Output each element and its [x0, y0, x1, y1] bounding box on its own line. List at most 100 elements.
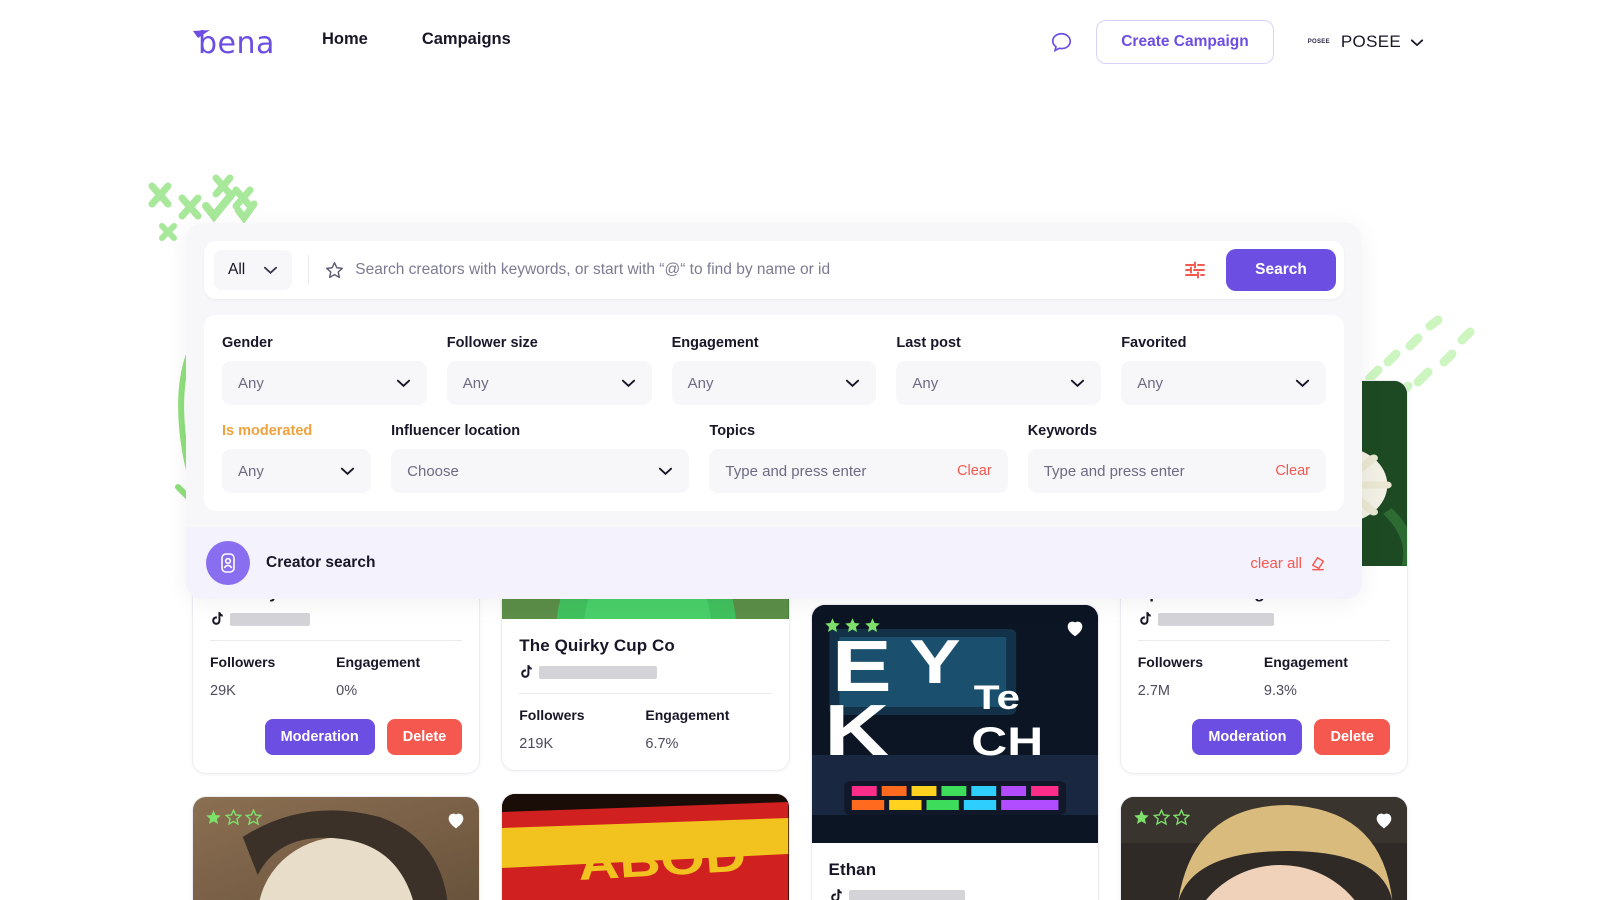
page-body: ZeroDayz Followers 29K Engagemen [0, 84, 1600, 900]
card-body: The Quirky Cup Co Followers 219K Engagem… [502, 619, 788, 770]
topics-placeholder: Type and press enter [725, 462, 867, 480]
creator-card[interactable] [1119, 796, 1408, 900]
filter-label: Influencer location [391, 423, 521, 439]
topics-clear-button[interactable]: Clear [957, 463, 992, 479]
create-campaign-button[interactable]: Create Campaign [1096, 20, 1274, 64]
search-button[interactable]: Search [1226, 249, 1336, 291]
creator-card[interactable]: ABOD Abod.dewari Fo [501, 793, 790, 900]
tiktok-icon [521, 665, 532, 678]
filter-label: Last post [896, 335, 961, 351]
svg-text:Y: Y [909, 627, 960, 696]
followers-label: Followers [210, 654, 276, 670]
nav-item-campaigns[interactable]: Campaigns [422, 30, 511, 49]
nav-item-home[interactable]: Home [322, 30, 368, 49]
main-nav: Home Campaigns [322, 30, 511, 49]
svg-text:CH: CH [971, 719, 1043, 764]
keywords-clear-button[interactable]: Clear [1275, 463, 1310, 479]
chevron-down-icon [1410, 38, 1424, 46]
filter-value: Any [238, 462, 264, 480]
thumbnail-art: E Y K Te CH [811, 605, 1098, 843]
card-media [193, 797, 480, 900]
clear-all-label: clear all [1250, 554, 1302, 572]
moderation-button[interactable]: Moderation [264, 719, 375, 755]
tiktok-icon [212, 612, 223, 625]
keywords-placeholder: Type and press enter [1043, 462, 1185, 480]
creator-handle-redacted [230, 613, 310, 626]
metric-followers: Followers 219K [519, 707, 645, 752]
filter-engagement-select[interactable]: Any [671, 361, 877, 405]
brand-logo[interactable]: bena [192, 26, 275, 61]
filter-is-moderated-select[interactable]: Any [222, 449, 372, 493]
creator-thumbnail: E Y K Te CH [811, 605, 1098, 843]
filter-value: Any [1137, 374, 1164, 392]
filter-follower-size: Follower size Any [446, 335, 652, 405]
filter-label: Favorited [1121, 335, 1187, 351]
thumbnail-art: ABOD [502, 794, 789, 900]
filters-card: Gender Any Follower size Any Engagement … [204, 315, 1344, 511]
search-divider [308, 255, 310, 285]
filter-follower-size-select[interactable]: Any [446, 361, 652, 405]
metric-followers: Followers 2.7M [1138, 654, 1264, 699]
svg-text:Te: Te [973, 679, 1019, 717]
search-scope-dropdown[interactable]: All [214, 250, 293, 290]
filter-label: Follower size [446, 335, 538, 351]
filters-row-primary: Gender Any Follower size Any Engagement … [222, 335, 1326, 405]
filter-topics-input-wrap[interactable]: Type and press enter Clear [709, 449, 1008, 493]
favorite-heart-icon[interactable] [1373, 809, 1395, 831]
user-org-logo: POSEE [1307, 39, 1330, 45]
search-panel-footer: Creator search clear all [186, 527, 1362, 599]
creator-name: The Quirky Cup Co [519, 636, 675, 655]
creator-handle-row [1137, 612, 1390, 641]
filter-favorited-select[interactable]: Any [1121, 361, 1326, 405]
creator-handle-row [210, 612, 463, 641]
card-actions: Moderation Delete [210, 719, 463, 755]
favorite-heart-icon[interactable] [445, 809, 467, 831]
sliders-filter-icon[interactable] [1184, 260, 1206, 280]
creator-handle-row [519, 665, 772, 694]
chevron-down-icon [621, 379, 635, 388]
engagement-value: 6.7% [645, 736, 679, 752]
delete-button[interactable]: Delete [386, 719, 463, 755]
creator-thumbnail: ABOD [502, 794, 789, 900]
filter-influencer-location: Influencer location Choose [391, 423, 690, 493]
filter-last-post: Last post Any [896, 335, 1102, 405]
brand-logo-text: bena [198, 26, 275, 61]
creator-search-glyph-icon [221, 553, 235, 573]
rating-stars [205, 809, 262, 826]
search-panel: All Search creators with keywords, or st… [186, 223, 1362, 599]
search-input[interactable] [355, 261, 1184, 279]
star-outline-icon [326, 261, 344, 278]
filter-keywords-input-wrap[interactable]: Type and press enter Clear [1027, 449, 1326, 493]
clear-all-button[interactable]: clear all [1250, 555, 1326, 572]
app-header: bena Home Campaigns Create Campaign POSE… [0, 0, 1600, 84]
moderation-button[interactable]: Moderation [1192, 719, 1303, 755]
chevron-down-icon [846, 379, 860, 388]
filter-gender-select[interactable]: Any [222, 361, 427, 405]
creator-search-page: bena Home Campaigns Create Campaign POSE… [0, 0, 1600, 900]
followers-value: 219K [519, 736, 554, 752]
filter-label: Topics [709, 423, 756, 439]
metric-engagement: Engagement 0% [336, 654, 462, 699]
creator-handle-redacted [1157, 613, 1274, 626]
metric-followers: Followers 29K [210, 654, 336, 699]
star-outline-icon [1172, 809, 1190, 826]
user-name-label: POSEE [1340, 32, 1401, 51]
creator-card[interactable] [192, 796, 481, 900]
favorite-heart-icon[interactable] [1064, 617, 1086, 639]
user-menu[interactable]: POSEE POSEE [1306, 32, 1424, 52]
chat-bubble-icon[interactable] [1048, 29, 1074, 55]
creator-card[interactable]: E Y K Te CH Ethan [810, 604, 1099, 900]
engagement-label: Engagement [336, 654, 421, 670]
filter-influencer-location-select[interactable]: Choose [391, 449, 690, 493]
filter-last-post-select[interactable]: Any [896, 361, 1102, 405]
filter-value: Any [912, 374, 939, 392]
creator-search-title: Creator search [266, 554, 376, 571]
filter-topics: Topics Type and press enter Clear [709, 423, 1008, 493]
engagement-value: 0% [336, 683, 358, 699]
engagement-label: Engagement [645, 707, 730, 723]
filter-label: Engagement [671, 335, 759, 351]
engagement-label: Engagement [1263, 654, 1348, 670]
delete-button[interactable]: Delete [1314, 719, 1390, 755]
card-media: E Y K Te CH [811, 605, 1098, 843]
star-outline-icon [225, 809, 242, 826]
